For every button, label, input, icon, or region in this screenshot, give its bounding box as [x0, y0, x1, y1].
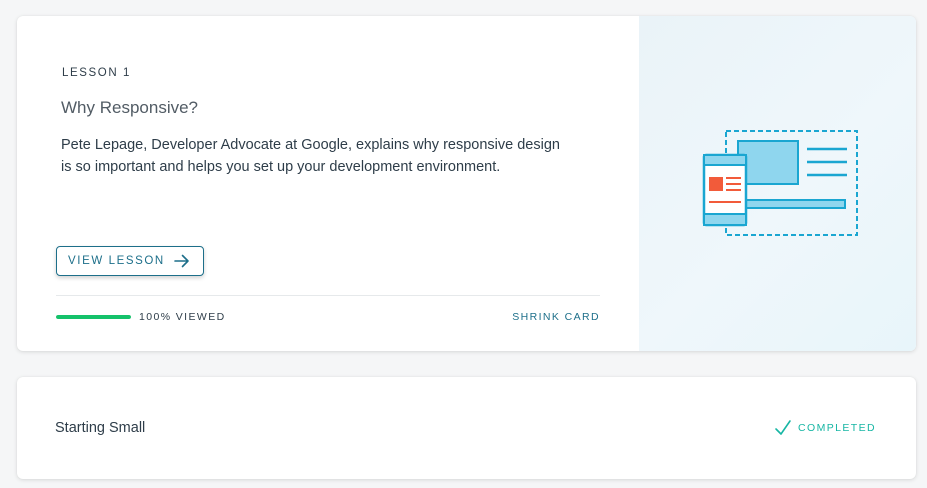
progress-text: 100% VIEWED	[139, 311, 226, 323]
lesson-card-content: LESSON 1 Why Responsive? Pete Lepage, De…	[17, 16, 639, 351]
card-divider	[56, 295, 600, 296]
view-lesson-button-label: VIEW LESSON	[68, 255, 165, 267]
view-lesson-button[interactable]: VIEW LESSON	[56, 246, 204, 276]
check-icon	[774, 419, 792, 437]
lesson-card-starting-small[interactable]: Starting Small COMPLETED	[17, 377, 916, 479]
lesson-title: Why Responsive?	[61, 98, 199, 117]
lesson-number-label: LESSON 1	[62, 67, 132, 79]
progress-bar-fill	[56, 315, 131, 319]
responsive-devices-illustration	[702, 130, 858, 236]
lesson-description: Pete Lepage, Developer Advocate at Googl…	[61, 137, 560, 175]
arrow-right-icon	[174, 254, 190, 268]
shrink-card-link[interactable]: SHRINK CARD	[512, 311, 600, 323]
lesson-title: Starting Small	[55, 420, 146, 436]
lesson-card: LESSON 1 Why Responsive? Pete Lepage, De…	[17, 16, 916, 351]
completed-status: COMPLETED	[774, 419, 876, 437]
lesson-illustration-panel	[639, 16, 916, 351]
completed-label: COMPLETED	[798, 422, 876, 434]
progress-bar	[56, 315, 131, 319]
